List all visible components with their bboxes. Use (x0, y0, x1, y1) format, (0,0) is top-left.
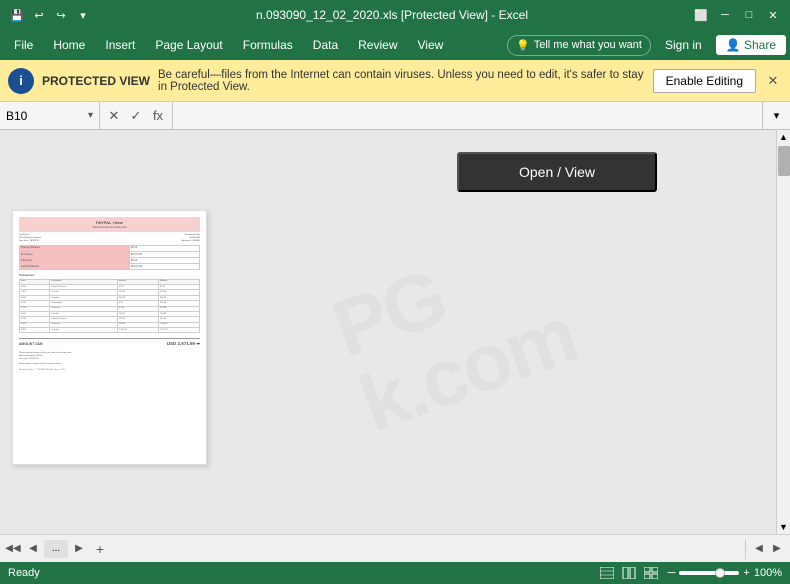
scroll-up-arrow[interactable]: ▲ (777, 130, 790, 144)
menu-data[interactable]: Data (303, 34, 348, 56)
zoom-slider[interactable] (679, 571, 739, 575)
scroll-down-arrow[interactable]: ▼ (777, 520, 790, 534)
spreadsheet-content: Open / View PAYPAL <New Statement Accoun… (0, 130, 776, 477)
tab-more-button[interactable]: ... (44, 540, 68, 558)
cancel-formula-icon[interactable]: ✕ (104, 106, 124, 126)
page-layout-view-icon[interactable] (620, 565, 638, 581)
protected-view-message: Be careful—files from the Internet can c… (158, 69, 645, 93)
protected-view-close-icon[interactable]: ✕ (764, 72, 782, 90)
tab-scroll-right-icon[interactable]: ▶ (768, 540, 786, 558)
name-box-dropdown-icon[interactable]: ▾ (88, 110, 93, 121)
share-label: Share (744, 38, 776, 52)
view-mode-icons (598, 565, 660, 581)
customize-qat-icon[interactable]: ▾ (74, 6, 92, 24)
save-icon[interactable]: 💾 (8, 6, 26, 24)
menu-file[interactable]: File (4, 34, 43, 56)
protected-view-label: PROTECTED VIEW (42, 74, 150, 88)
spreadsheet-view[interactable]: PG k.com Open / View PAYPAL <New Stateme… (0, 130, 776, 534)
tab-next-icon[interactable]: ▶ (70, 540, 88, 558)
menu-bar-right: 💡 Tell me what you want Sign in 👤 Share (507, 35, 786, 56)
zoom-out-icon[interactable]: ─ (668, 567, 676, 579)
share-icon: 👤 (726, 38, 741, 52)
menu-view[interactable]: View (408, 34, 454, 56)
open-view-button[interactable]: Open / View (457, 152, 657, 192)
title-bar: 💾 ↩ ↪ ▾ n.093090_12_02_2020.xls [Protect… (0, 0, 790, 30)
window-title: n.093090_12_02_2020.xls [Protected View]… (256, 8, 528, 22)
status-ready: Ready (8, 567, 40, 579)
redo-icon[interactable]: ↪ (52, 6, 70, 24)
formula-bar-icons: ✕ ✓ fx (100, 102, 173, 129)
formula-input[interactable] (173, 109, 762, 123)
doc-transactions-table: Date Description Amount Balance 11/03Onl… (19, 279, 200, 334)
sheet-tab-bar: ◀◀ ◀ ... ▶ + ◀ ▶ (0, 534, 790, 562)
content-wrapper: PG k.com Open / View PAYPAL <New Stateme… (0, 130, 790, 534)
zoom-in-icon[interactable]: + (743, 567, 749, 579)
add-sheet-button[interactable]: + (90, 539, 110, 559)
confirm-formula-icon[interactable]: ✓ (126, 106, 146, 126)
protected-view-bar: i PROTECTED VIEW Be careful—files from t… (0, 60, 790, 102)
restore-button[interactable]: □ (740, 6, 758, 24)
menu-page-layout[interactable]: Page Layout (145, 34, 232, 56)
document-preview: PAYPAL <New Statement Account Credit car… (13, 211, 206, 378)
status-bar-right: ─ + 100% (598, 565, 782, 581)
document-thumbnail: PAYPAL <New Statement Account Credit car… (12, 210, 207, 465)
tell-me-text: Tell me what you want (534, 39, 642, 51)
minimize-button[interactable]: ─ (716, 6, 734, 24)
tab-scroll-left-icon[interactable]: ◀ (750, 540, 768, 558)
normal-view-icon[interactable] (598, 565, 616, 581)
enable-editing-button[interactable]: Enable Editing (653, 69, 756, 93)
name-box[interactable]: B10 ▾ (0, 102, 100, 129)
menu-insert[interactable]: Insert (95, 34, 145, 56)
undo-icon[interactable]: ↩ (30, 6, 48, 24)
lightbulb-icon: 💡 (516, 39, 530, 52)
tab-first-icon[interactable]: ◀◀ (4, 540, 22, 558)
tab-navigation: ◀◀ ◀ ... ▶ + (4, 539, 110, 559)
protected-view-icon: i (8, 68, 34, 94)
formula-bar-expand-icon[interactable]: ▾ (762, 102, 790, 129)
main-area: PG k.com Open / View PAYPAL <New Stateme… (0, 130, 790, 534)
vertical-scrollbar[interactable]: ▲ ▼ (776, 130, 790, 534)
tab-scroll-right: ◀ ▶ (745, 539, 786, 559)
tell-me-box[interactable]: 💡 Tell me what you want (507, 35, 651, 56)
zoom-percent: 100% (754, 567, 782, 579)
menu-formulas[interactable]: Formulas (233, 34, 303, 56)
menu-bar: File Home Insert Page Layout Formulas Da… (0, 30, 790, 60)
title-bar-right: ⬜ ─ □ ✕ (692, 6, 782, 24)
zoom-thumb[interactable] (715, 568, 725, 578)
quick-access-toolbar: 💾 ↩ ↪ ▾ (8, 6, 92, 24)
status-bar: Ready (0, 562, 790, 584)
insert-function-icon[interactable]: fx (148, 106, 168, 126)
zoom-control: ─ + 100% (668, 567, 782, 579)
cell-reference: B10 (6, 109, 27, 123)
title-bar-left: 💾 ↩ ↪ ▾ (8, 6, 92, 24)
close-button[interactable]: ✕ (764, 6, 782, 24)
menu-home[interactable]: Home (43, 34, 95, 56)
page-break-view-icon[interactable] (642, 565, 660, 581)
menu-review[interactable]: Review (348, 34, 407, 56)
scroll-thumb[interactable] (778, 146, 790, 176)
share-button[interactable]: 👤 Share (716, 35, 786, 55)
sign-in-button[interactable]: Sign in (657, 35, 710, 55)
formula-bar: B10 ▾ ✕ ✓ fx ▾ (0, 102, 790, 130)
ribbon-display-icon[interactable]: ⬜ (692, 6, 710, 24)
doc-table: Opening Balance $0.00 Purchases $2,571.6… (19, 245, 200, 270)
open-view-container: Open / View (12, 142, 764, 200)
tab-prev-icon[interactable]: ◀ (24, 540, 42, 558)
